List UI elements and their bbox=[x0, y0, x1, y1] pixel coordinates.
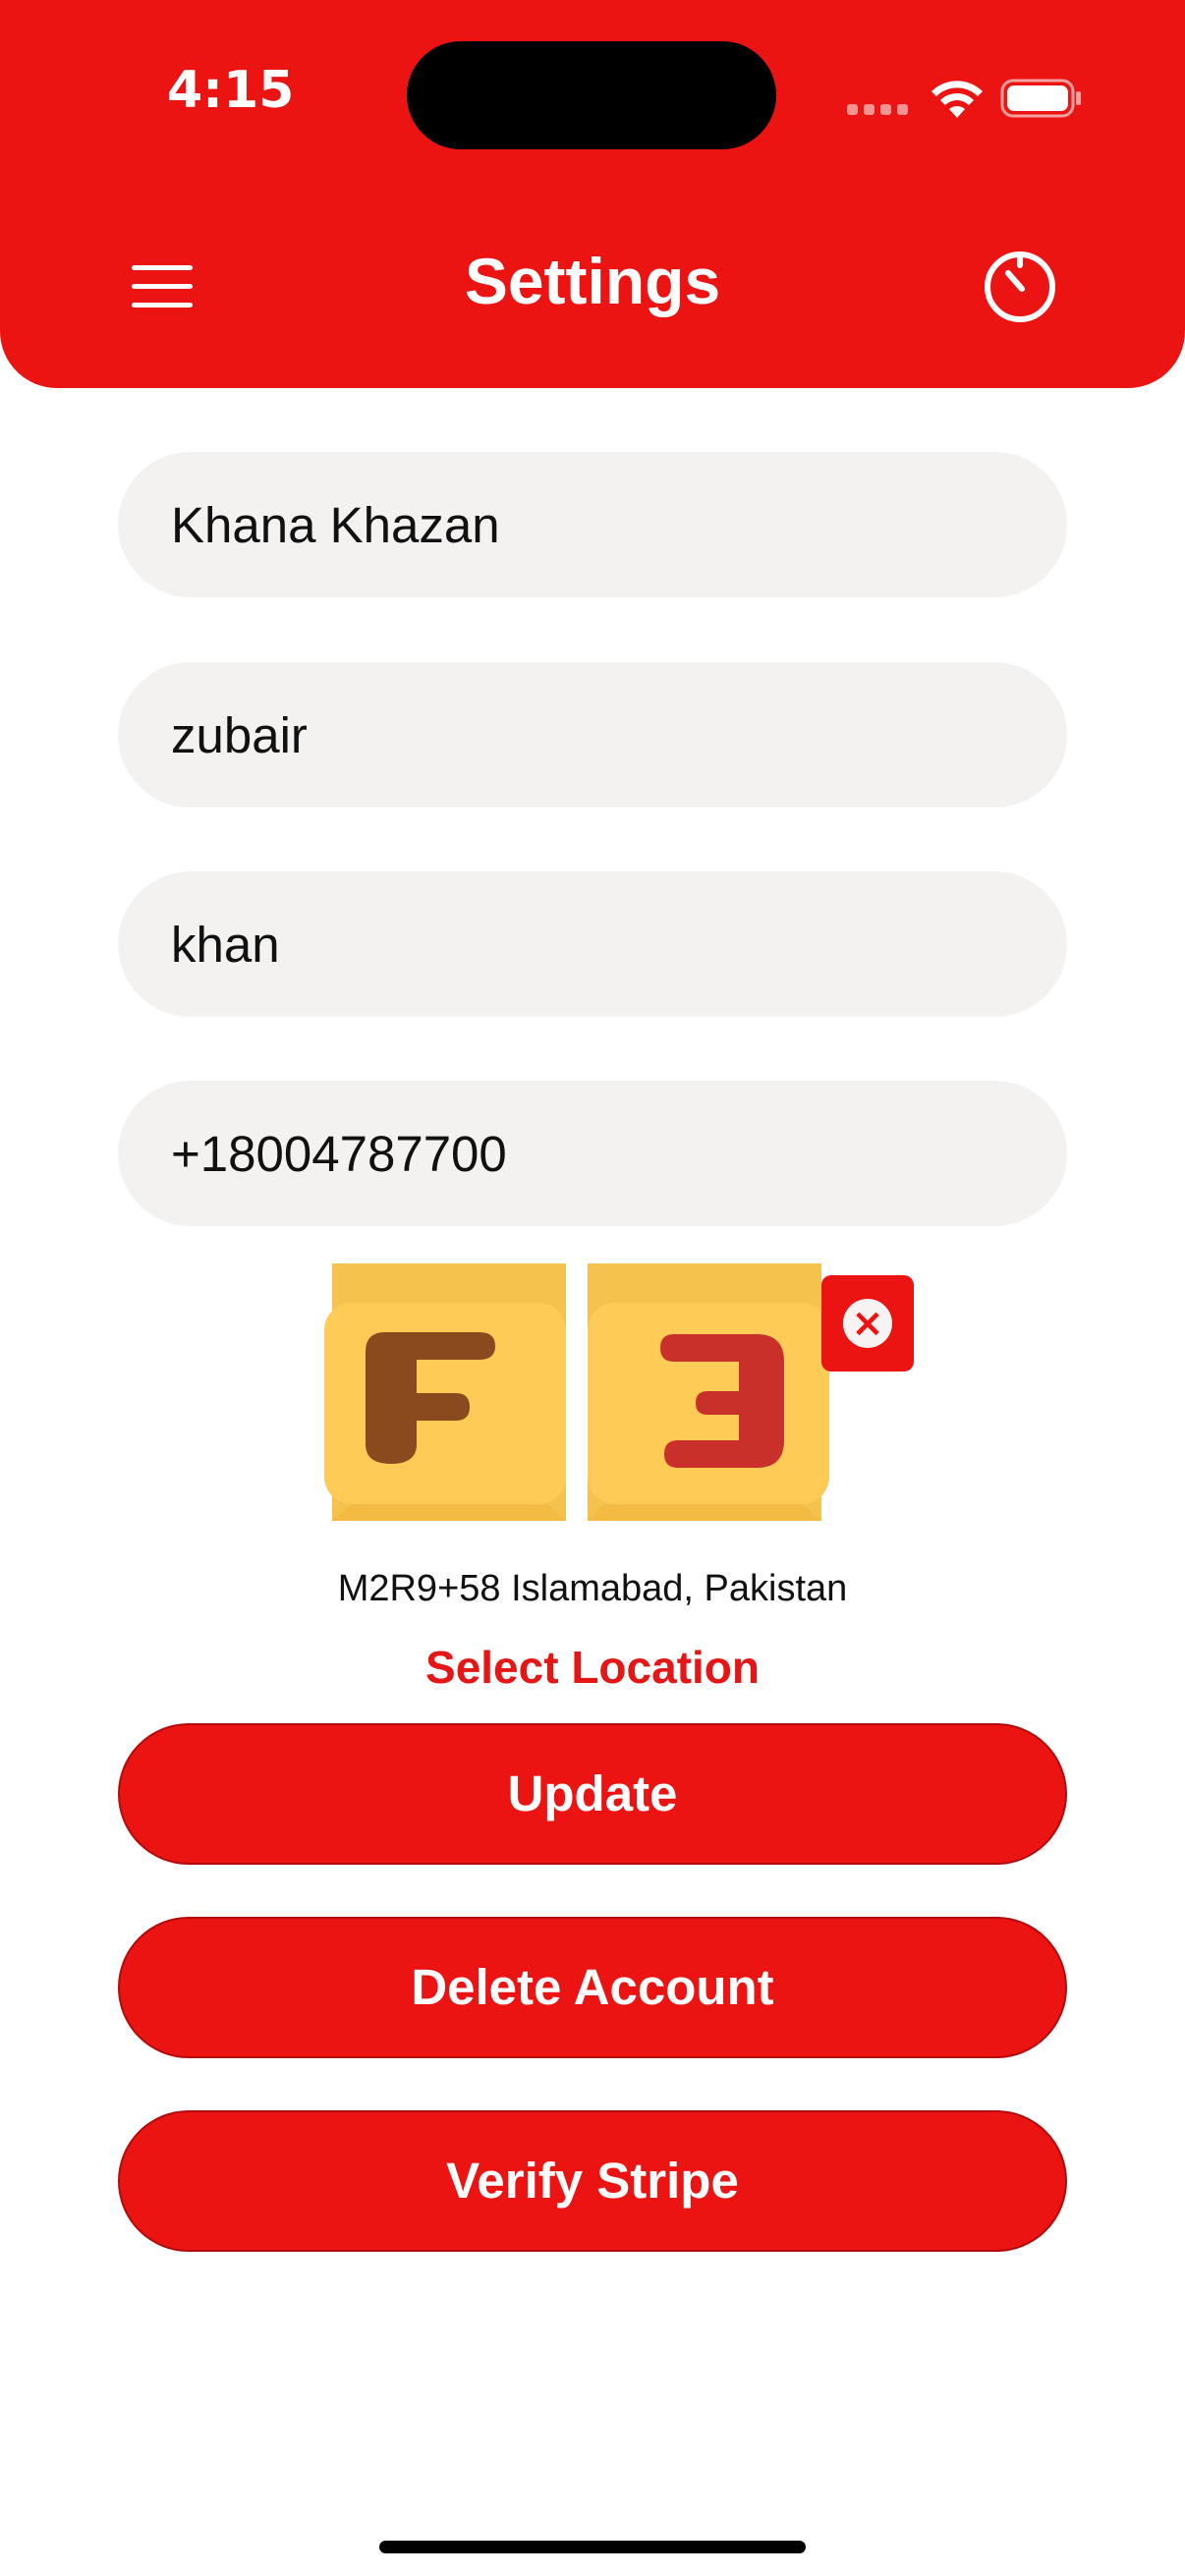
update-button[interactable]: Update bbox=[118, 1723, 1067, 1865]
close-icon: × bbox=[843, 1299, 892, 1348]
timer-icon[interactable] bbox=[979, 244, 1061, 326]
verify-stripe-button[interactable]: Verify Stripe bbox=[118, 2110, 1067, 2252]
wifi-icon bbox=[931, 81, 983, 118]
battery-icon bbox=[1000, 79, 1081, 118]
cellular-signal-icon bbox=[847, 104, 908, 116]
restaurant-name-field[interactable] bbox=[118, 452, 1067, 597]
home-indicator bbox=[379, 2541, 806, 2553]
location-address: M2R9+58 Islamabad, Pakistan bbox=[337, 1568, 848, 1609]
phone-input[interactable] bbox=[171, 1124, 1014, 1183]
restaurant-name-input[interactable] bbox=[171, 495, 1014, 554]
last-name-field[interactable] bbox=[118, 871, 1067, 1017]
first-name-input[interactable] bbox=[171, 705, 1014, 764]
dynamic-island bbox=[407, 41, 776, 149]
remove-logo-button[interactable]: × bbox=[821, 1275, 914, 1372]
first-name-field[interactable] bbox=[118, 662, 1067, 808]
delete-account-button[interactable]: Delete Account bbox=[118, 1917, 1067, 2058]
select-location-link[interactable]: Select Location bbox=[0, 1641, 1185, 1694]
last-name-input[interactable] bbox=[171, 915, 1014, 974]
status-time: 4:15 bbox=[167, 61, 295, 120]
restaurant-logo-image bbox=[322, 1263, 829, 1521]
app-header: 4:15 Settings bbox=[0, 0, 1185, 388]
phone-field[interactable] bbox=[118, 1081, 1067, 1226]
